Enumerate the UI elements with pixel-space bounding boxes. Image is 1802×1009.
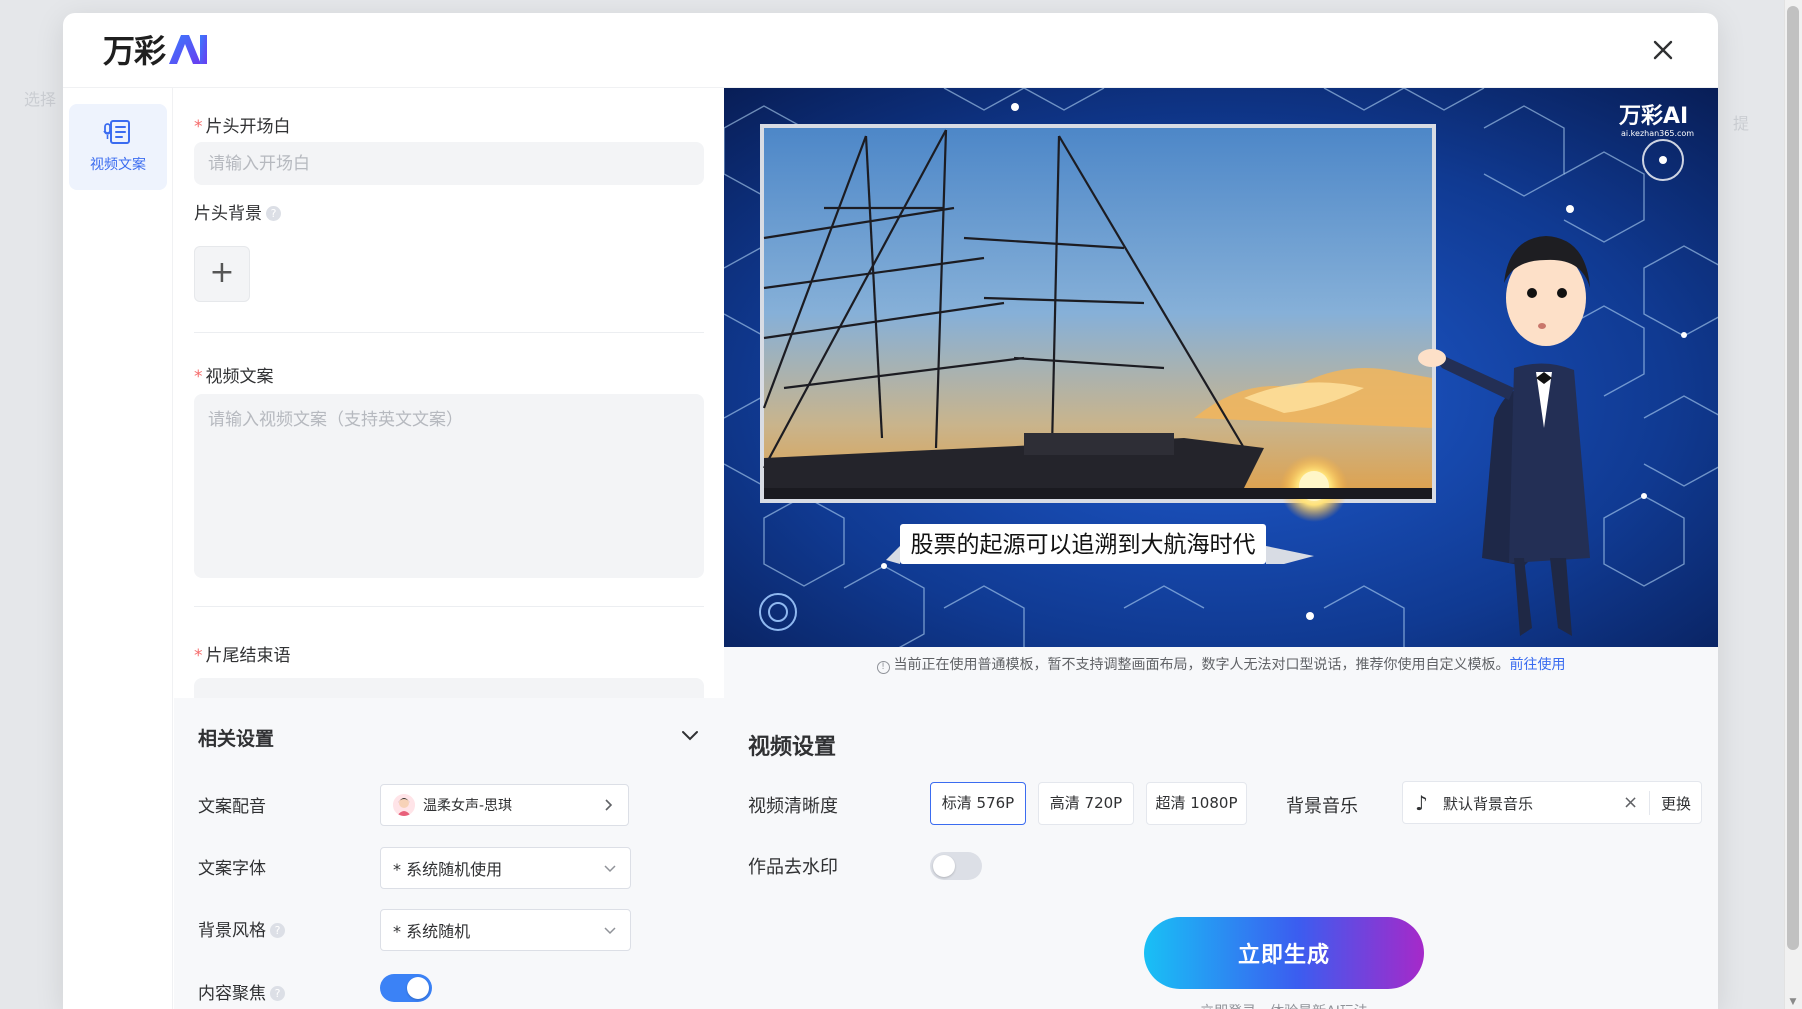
divider <box>194 332 704 333</box>
opening-input[interactable] <box>194 142 704 185</box>
opening-bg-label: 片头背景? <box>194 199 281 224</box>
bg-style-label: 背景风格? <box>198 916 285 941</box>
help-icon[interactable]: ? <box>270 923 285 938</box>
notice-link[interactable]: 前往使用 <box>1510 657 1566 673</box>
replace-music-button[interactable]: 更换 <box>1661 793 1691 814</box>
close-icon <box>1653 40 1673 60</box>
modal-header: 万彩 <box>63 13 1718 88</box>
divider <box>194 606 704 607</box>
document-mic-icon <box>103 118 133 150</box>
voice-select[interactable]: 温柔女声-思琪 <box>380 784 629 826</box>
preview-watermark-brand: 万彩AI <box>1618 104 1688 129</box>
script-label-text: 视频文案 <box>205 367 274 387</box>
opening-bg-label-text: 片头背景 <box>194 204 262 224</box>
chevron-down-icon <box>602 922 618 942</box>
resolution-720p-button[interactable]: 高清 720P <box>1038 782 1134 825</box>
collapse-button[interactable] <box>680 726 700 746</box>
ending-label-text: 片尾结束语 <box>205 646 291 666</box>
focus-toggle[interactable] <box>380 974 432 1002</box>
bg-style-label-text: 背景风格 <box>198 921 266 941</box>
video-preview: 万彩AI ai.kezhan365.com 股票的起源可以追溯到大航海时代 <box>724 88 1718 647</box>
required-mark: * <box>194 367 203 387</box>
svg-text:ai.kezhan365.com: ai.kezhan365.com <box>1621 129 1694 138</box>
focus-label-text: 内容聚焦 <box>198 984 266 1004</box>
ending-input[interactable] <box>194 678 704 698</box>
opening-label: * 片头开场白 <box>194 112 291 137</box>
voice-label: 文案配音 <box>198 797 266 817</box>
video-settings-panel: 视频设置 视频清晰度 标清 576P 高清 720P 超清 1080P 背景音乐… <box>724 699 1718 1009</box>
create-video-modal: 万彩 视频文案 * 片头开场白 请输入开场白 片头背景 ? + * 视频文案 请… <box>63 13 1718 1009</box>
logo-text: 万彩 <box>103 32 166 70</box>
required-mark: * <box>194 646 203 666</box>
related-settings-title: 相关设置 <box>198 728 275 750</box>
ending-label: * 片尾结束语 <box>194 641 291 666</box>
music-label: 背景音乐 <box>1286 796 1358 817</box>
preview-subtitle: 股票的起源可以追溯到大航海时代 <box>911 532 1256 558</box>
font-value: * 系统随机使用 <box>393 860 503 879</box>
watermark-toggle[interactable] <box>930 852 982 880</box>
music-value: 默认背景音乐 <box>1443 795 1534 813</box>
generate-button[interactable]: 立即生成 <box>1144 917 1424 989</box>
voice-value: 温柔女声-思琪 <box>423 798 513 814</box>
info-icon: ! <box>876 661 890 674</box>
video-settings-title: 视频设置 <box>748 735 837 760</box>
font-label: 文案字体 <box>198 859 266 879</box>
help-icon[interactable]: ? <box>270 986 285 1001</box>
font-select[interactable]: * 系统随机使用 <box>380 847 631 889</box>
login-hint[interactable]: 立即登录，体验最新AI玩法 <box>1144 1001 1424 1009</box>
scrollbar-thumb[interactable] <box>1787 6 1799 950</box>
divider <box>1649 791 1650 815</box>
logo-ai-mark-icon <box>167 32 211 66</box>
music-note-icon: ♪ <box>1415 791 1428 815</box>
preview-image: 万彩AI ai.kezhan365.com 股票的起源可以追溯到大航海时代 <box>724 88 1718 647</box>
bg-style-select[interactable]: * 系统随机 <box>380 909 631 951</box>
script-label: * 视频文案 <box>194 362 274 387</box>
chevron-right-icon <box>600 797 616 817</box>
voice-avatar <box>393 794 415 816</box>
resolution-label: 视频清晰度 <box>748 796 838 817</box>
clear-music-icon[interactable]: × <box>1623 792 1638 813</box>
template-notice: ! 当前正在使用普通模板，暂不支持调整画面布局，数字人无法对口型说话，推荐你使用自… <box>724 647 1718 699</box>
nav-item-label: 视频文案 <box>90 157 146 173</box>
opening-label-text: 片头开场白 <box>205 117 291 137</box>
required-mark: * <box>194 117 203 137</box>
watermark-label: 作品去水印 <box>748 857 838 878</box>
add-opening-bg-button[interactable]: + <box>194 246 250 302</box>
app-logo: 万彩 <box>103 29 211 70</box>
toggle-knob <box>933 855 955 877</box>
resolution-1080p-button[interactable]: 超清 1080P <box>1146 782 1247 825</box>
music-select[interactable]: ♪ 默认背景音乐 × 更换 <box>1402 781 1702 824</box>
related-settings-panel: 相关设置 文案配音 温柔女声-思琪 文案字体 * 系统随机使用 背景风格 ? *… <box>174 698 724 1009</box>
preview-watermark-url: ai.kezhan365.com <box>1621 129 1694 138</box>
toggle-knob <box>407 977 429 999</box>
script-textarea[interactable] <box>194 394 704 578</box>
script-form: *片头开场白 片头背景? + *视频文案 *片尾结束语 <box>174 88 724 698</box>
help-icon[interactable]: ? <box>266 206 281 221</box>
plus-icon: + <box>209 255 235 290</box>
bg-style-value: * 系统随机 <box>393 922 471 941</box>
page-scrollbar[interactable]: ▼ <box>1784 0 1802 1009</box>
resolution-576p-button[interactable]: 标清 576P <box>930 782 1026 825</box>
chevron-down-icon <box>682 731 698 741</box>
notice-text: 当前正在使用普通模板，暂不支持调整画面布局，数字人无法对口型说话，推荐你使用自定… <box>893 657 1510 673</box>
scroll-down-arrow-icon[interactable]: ▼ <box>1788 997 1798 1007</box>
side-nav: 视频文案 <box>63 88 173 1009</box>
focus-label: 内容聚焦? <box>198 979 285 1004</box>
nav-item-video-script[interactable]: 视频文案 <box>69 104 167 190</box>
close-button[interactable] <box>1648 35 1678 65</box>
chevron-down-icon <box>602 860 618 880</box>
